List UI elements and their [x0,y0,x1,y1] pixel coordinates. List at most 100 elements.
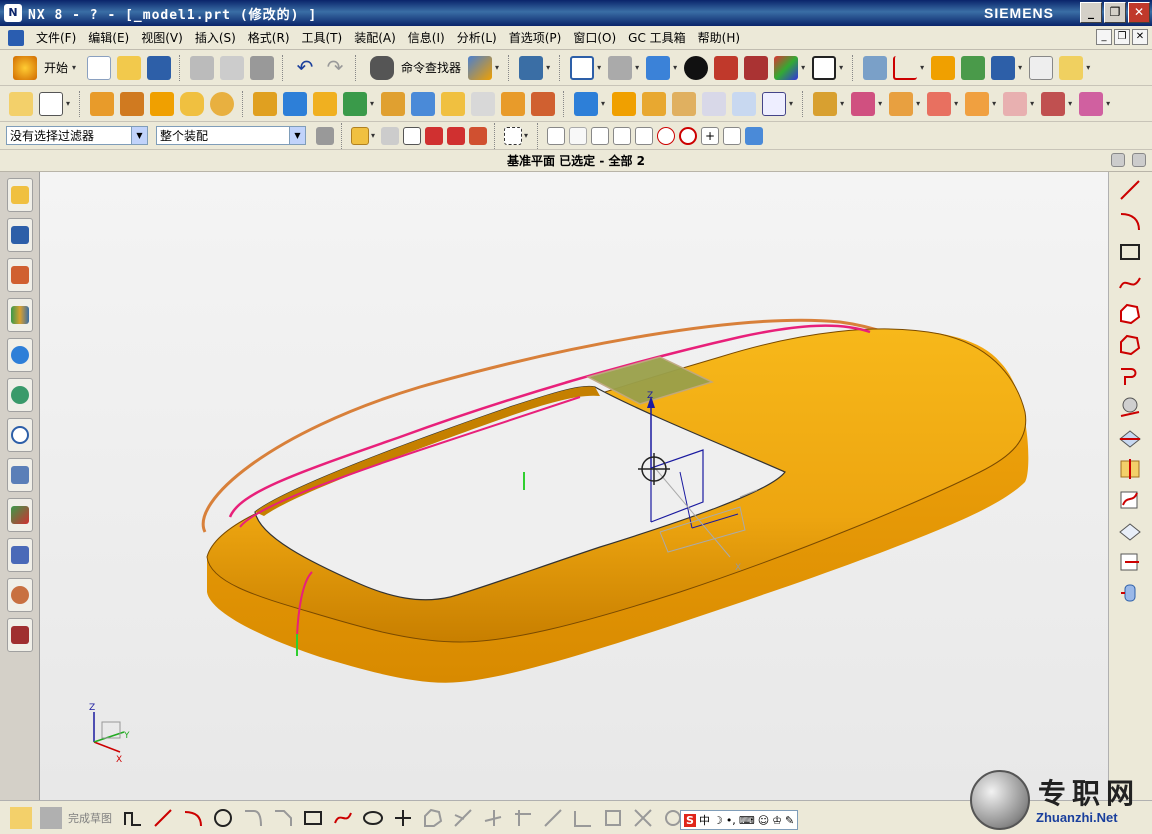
quick-trim-icon[interactable] [452,807,474,829]
trim-body-icon[interactable] [381,91,406,116]
move-face-icon[interactable] [1041,91,1066,116]
redo-icon[interactable]: ↷ [323,56,347,80]
rectangle-icon[interactable] [302,807,324,829]
roles-tab[interactable] [7,578,33,612]
doc-minimize-button[interactable]: _ [1096,29,1112,45]
menu-file[interactable]: 文件(F) [30,29,82,46]
project-curve-icon[interactable] [1117,394,1143,420]
sketch-icon[interactable] [9,91,33,116]
snap-quadrant-icon[interactable] [679,126,698,145]
edit-parameters-icon[interactable] [851,91,876,116]
profile-icon[interactable] [122,807,144,829]
menu-tools[interactable]: 工具(T) [296,29,349,46]
status-toggle-icon[interactable] [1111,153,1125,167]
constraint-navigator-tab[interactable] [7,218,33,252]
menu-information[interactable]: 信息(I) [402,29,451,46]
new-file-icon[interactable] [87,55,112,80]
quick-extend-icon[interactable] [482,807,504,829]
wireframe-cube-icon[interactable] [762,91,787,116]
point-icon[interactable] [392,807,414,829]
render-style-icon[interactable] [684,55,709,80]
info-icon[interactable] [519,55,544,80]
snap-on-curve-icon[interactable] [723,126,742,145]
part-navigator-tab[interactable] [7,258,33,292]
color-cube-icon[interactable] [774,55,799,80]
menu-gc-toolkit[interactable]: GC 工具箱 [622,29,692,46]
offset-curve-icon[interactable] [1117,363,1143,389]
menu-analysis[interactable]: 分析(L) [451,29,503,46]
measure-distance-icon[interactable] [1029,55,1054,80]
body-select-icon[interactable] [447,126,466,145]
open-folder-icon[interactable] [117,55,142,80]
ime-toolbar[interactable]: S 中 ☽ •, ⌨ ☺ ♔ ✎ [680,810,799,830]
menu-insert[interactable]: 插入(S) [189,29,242,46]
user-icon[interactable]: ☺ [758,814,769,827]
fit-view-icon[interactable] [570,55,595,80]
background-icon[interactable] [812,55,837,80]
highlight-icon[interactable] [403,126,422,145]
reset-filter-icon[interactable] [381,126,400,145]
menu-edit[interactable]: 编辑(E) [82,29,135,46]
selection-scope-select[interactable]: 整个装配 ▼ [156,126,306,145]
show-constraints-icon[interactable] [632,807,654,829]
face-select-icon[interactable] [469,126,488,145]
minimize-button[interactable]: _ [1080,2,1102,23]
paste-icon[interactable] [250,55,275,80]
orient-view-icon[interactable] [608,55,633,80]
sew-icon[interactable] [672,91,697,116]
intersection-curve-icon[interactable] [1117,425,1143,451]
replace-feature-icon[interactable] [927,91,952,116]
line-icon[interactable] [152,807,174,829]
finish-sketch-label[interactable]: 完成草图 [68,810,112,826]
boss-icon[interactable] [283,91,308,116]
chamfer-icon[interactable] [501,91,526,116]
arc-icon[interactable] [182,807,204,829]
move-icon[interactable] [991,55,1016,80]
model-view[interactable]: Z X Z X Y [40,172,1108,800]
menu-preferences[interactable]: 首选项(P) [503,29,568,46]
datum-plane-icon[interactable] [39,91,63,116]
general-filter-icon[interactable] [351,126,369,145]
layer-settings-icon[interactable] [863,55,888,80]
pattern-icon[interactable] [313,91,338,116]
command-finder-button[interactable]: 命令查找器 [367,55,461,80]
snap-existing-point-icon[interactable]: + [701,126,720,145]
arc-icon[interactable] [1117,208,1143,234]
moon-icon[interactable]: ☽ [713,814,723,827]
snap-midpoint-icon[interactable] [591,126,610,145]
offset-icon[interactable] [422,807,444,829]
trim-curve-icon[interactable] [1117,580,1143,606]
cut-icon[interactable] [190,55,215,80]
scale-body-icon[interactable] [612,91,637,116]
finish-sketch-icon[interactable] [40,806,62,829]
maximize-button[interactable]: ❐ [1104,2,1126,23]
tools-icon[interactable]: ✎ [785,814,794,827]
assembly-navigator-tab[interactable] [7,178,33,212]
snap-intersect-icon[interactable] [635,126,654,145]
unite-icon[interactable] [343,91,368,116]
section-cube-icon[interactable] [744,55,769,80]
snap-arc-center-icon[interactable] [657,126,676,145]
menu-format[interactable]: 格式(R) [242,29,296,46]
measure-angle-icon[interactable] [1059,55,1084,80]
doc-close-button[interactable]: ✕ [1132,29,1148,45]
analysis-icon[interactable] [961,55,986,80]
mirror-curve-icon[interactable] [1117,456,1143,482]
geometric-constraint-icon[interactable] [602,807,624,829]
save-icon[interactable] [147,55,172,80]
offset-face-icon[interactable] [574,91,599,116]
draft-icon[interactable] [441,91,466,116]
revolve-icon[interactable] [120,91,145,116]
ellipse-icon[interactable] [362,807,384,829]
menu-help[interactable]: 帮助(H) [692,29,746,46]
chamfer-icon[interactable] [272,807,294,829]
process-studio-tab[interactable] [7,498,33,532]
status-options-icon[interactable] [1132,153,1146,167]
start-button[interactable]: 开始 ▾ [10,55,80,80]
reuse-library-tab[interactable] [7,298,33,332]
system-materials-tab[interactable] [7,458,33,492]
web-browser-tab[interactable] [7,378,33,412]
type-filter-select[interactable]: 没有选择过滤器 ▼ [6,126,148,145]
polygon-icon[interactable] [332,807,354,829]
selection-arrow-icon[interactable] [468,55,493,80]
